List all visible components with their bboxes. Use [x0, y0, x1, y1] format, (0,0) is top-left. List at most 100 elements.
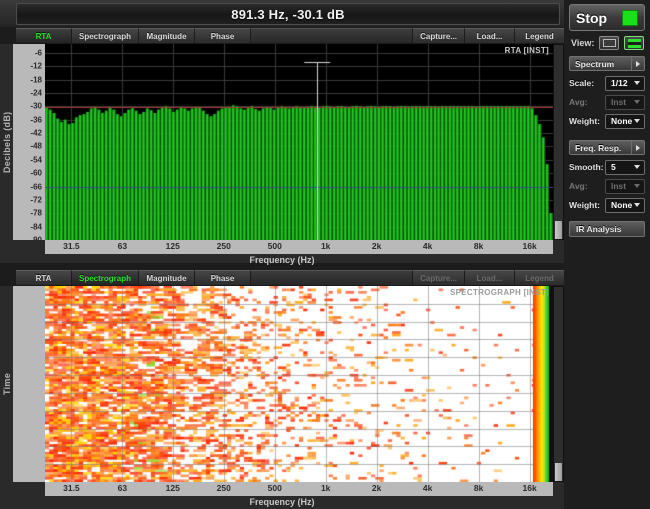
rta-y-tick: -78 [30, 208, 42, 218]
stop-button[interactable]: Stop [569, 4, 645, 31]
rta-y-tick: -42 [30, 128, 42, 138]
tab-spectrograph[interactable]: Spectrograph [72, 28, 140, 43]
spectrograph-plot-area[interactable]: SPECTROGRAPH [INST] [45, 286, 553, 482]
x-tick: 2k [371, 241, 382, 251]
spectrograph-y-axis-title: Time [2, 372, 12, 396]
rta-y-tick: -24 [30, 88, 42, 98]
x-tick: 63 [117, 483, 128, 493]
rta-scrollbar-thumb[interactable] [555, 221, 562, 239]
tab-magnitude-lower[interactable]: Magnitude [139, 270, 196, 285]
tab-phase[interactable]: Phase [195, 28, 252, 43]
spectrograph-scrollbar-thumb[interactable] [555, 463, 562, 481]
x-tick: 8k [473, 483, 484, 493]
load-button[interactable]: Load... [464, 28, 514, 43]
spectrum-weight-dropdown[interactable]: None [605, 113, 645, 129]
rta-y-tick: -66 [30, 182, 42, 192]
settings-sidebar: Spectrum Scale: 1/12 Avg: Inst Weight: N… [564, 52, 650, 509]
rta-x-axis-title: Frequency (Hz) [249, 255, 315, 265]
chevron-down-icon [634, 184, 640, 188]
spectrum-avg-dropdown: Inst [605, 94, 645, 110]
scale-row: Scale: 1/12 [569, 75, 645, 91]
x-tick: 16k [522, 241, 537, 251]
tab-spectrograph-lower[interactable]: Spectrograph [72, 270, 140, 285]
chevron-down-icon [634, 100, 640, 104]
running-indicator-icon [622, 9, 638, 26]
rta-chart-frame: Decibels (dB) -6 -12 -18 -24 -30 -36 -42 -48 -54… [0, 44, 564, 265]
spectrum-weight-value: None [611, 116, 633, 126]
legend-button-lower: Legend [514, 270, 564, 285]
view-mode-group: View: [569, 36, 645, 50]
spectrum-avg-row: Avg: Inst [569, 94, 645, 110]
x-tick: 500 [267, 483, 282, 493]
legend-button[interactable]: Legend [514, 28, 564, 43]
freq-resp-weight-value: None [611, 200, 633, 210]
spectrograph-y-axis-gutter [13, 286, 45, 482]
tab-phase-lower[interactable]: Phase [195, 270, 252, 285]
stop-button-label: Stop [576, 9, 608, 26]
capture-button[interactable]: Capture... [412, 28, 464, 43]
freq-resp-section-header[interactable]: Freq. Resp. [569, 140, 645, 155]
x-tick: 63 [117, 241, 128, 251]
x-tick: 1k [320, 241, 331, 251]
chevron-right-icon[interactable] [631, 57, 644, 70]
x-tick: 125 [165, 483, 180, 493]
x-tick: 4k [422, 483, 433, 493]
smooth-dropdown[interactable]: 5 [605, 159, 645, 175]
x-tick: 250 [216, 241, 231, 251]
freq-resp-avg-row: Avg: Inst [569, 178, 645, 194]
split-pane-icon[interactable] [624, 36, 645, 50]
spectrograph-x-axis-ticks: 31.5 63 125 250 500 1k 2k 4k 8k 16k [45, 482, 553, 496]
spectrum-section-title: Spectrum [575, 58, 615, 69]
ir-analysis-button[interactable]: IR Analysis [569, 221, 645, 237]
single-pane-icon[interactable] [599, 36, 620, 50]
chevron-down-icon [634, 165, 640, 169]
spectrograph-x-axis-title: Frequency (Hz) [249, 497, 315, 507]
rta-y-axis-ticks: -6 -12 -18 -24 -30 -36 -42 -48 -54 -60 -66 -72 -78 -8… [13, 44, 45, 245]
rta-x-axis-ticks: 31.5 63 125 250 500 1k 2k 4k 8k 16k [45, 240, 553, 254]
rta-y-axis-title: Decibels (dB) [2, 111, 12, 173]
tab-magnitude[interactable]: Magnitude [139, 28, 196, 43]
rta-y-tick: -60 [30, 168, 42, 178]
rta-y-tick: -72 [30, 195, 42, 205]
transport-zone: Stop View: [564, 0, 650, 52]
rta-y-tick: -30 [30, 101, 42, 111]
rta-vertical-scrollbar[interactable] [553, 44, 564, 240]
tab-rta[interactable]: RTA [16, 28, 72, 43]
capture-button-lower: Capture... [412, 270, 464, 285]
rta-y-tick: -84 [30, 222, 42, 232]
spectrum-avg-label: Avg: [569, 97, 588, 107]
rta-y-tick: -36 [30, 115, 42, 125]
load-button-lower: Load... [464, 270, 514, 285]
view-label: View: [571, 38, 595, 48]
x-tick: 16k [522, 483, 537, 493]
x-tick: 500 [267, 241, 282, 251]
x-tick: 31.5 [63, 483, 80, 493]
x-tick: 8k [473, 241, 484, 251]
smooth-label: Smooth: [569, 162, 604, 172]
spectrograph-tabbar-actions: Capture... Load... Legend [412, 270, 564, 285]
chevron-right-icon[interactable] [631, 141, 644, 154]
section-divider [569, 132, 645, 140]
cursor-readout: 891.3 Hz, -30.1 dB [16, 3, 560, 25]
scale-label: Scale: [569, 78, 595, 88]
freq-resp-weight-dropdown[interactable]: None [605, 197, 645, 213]
freq-resp-weight-row: Weight: None [569, 197, 645, 213]
spectrograph-chart-frame: Time SPECTROGRAPH [INST] 31.5 63 125 250 500… [0, 286, 564, 509]
x-tick: 2k [371, 483, 382, 493]
spectrograph-tabbar: RTA Spectrograph Magnitude Phase Capture… [16, 270, 564, 286]
rta-plot-area[interactable]: RTA [INST] [45, 44, 553, 240]
rta-tabbar: RTA Spectrograph Magnitude Phase Capture… [16, 28, 564, 44]
x-tick: 4k [422, 241, 433, 251]
spectrum-section-header[interactable]: Spectrum [569, 56, 645, 71]
freq-resp-section-title: Freq. Resp. [575, 142, 622, 153]
rta-y-tick: -12 [30, 61, 42, 71]
rta-y-tick: -18 [30, 75, 42, 85]
spectrum-weight-label: Weight: [569, 116, 601, 126]
spectrograph-vertical-scrollbar[interactable] [553, 286, 564, 482]
scale-dropdown[interactable]: 1/12 [605, 75, 645, 91]
x-tick: 1k [320, 483, 331, 493]
tab-rta-lower[interactable]: RTA [16, 270, 72, 285]
chevron-down-icon [634, 119, 640, 123]
freq-resp-avg-value: Inst [611, 181, 627, 191]
rta-y-tick: -48 [30, 141, 42, 151]
